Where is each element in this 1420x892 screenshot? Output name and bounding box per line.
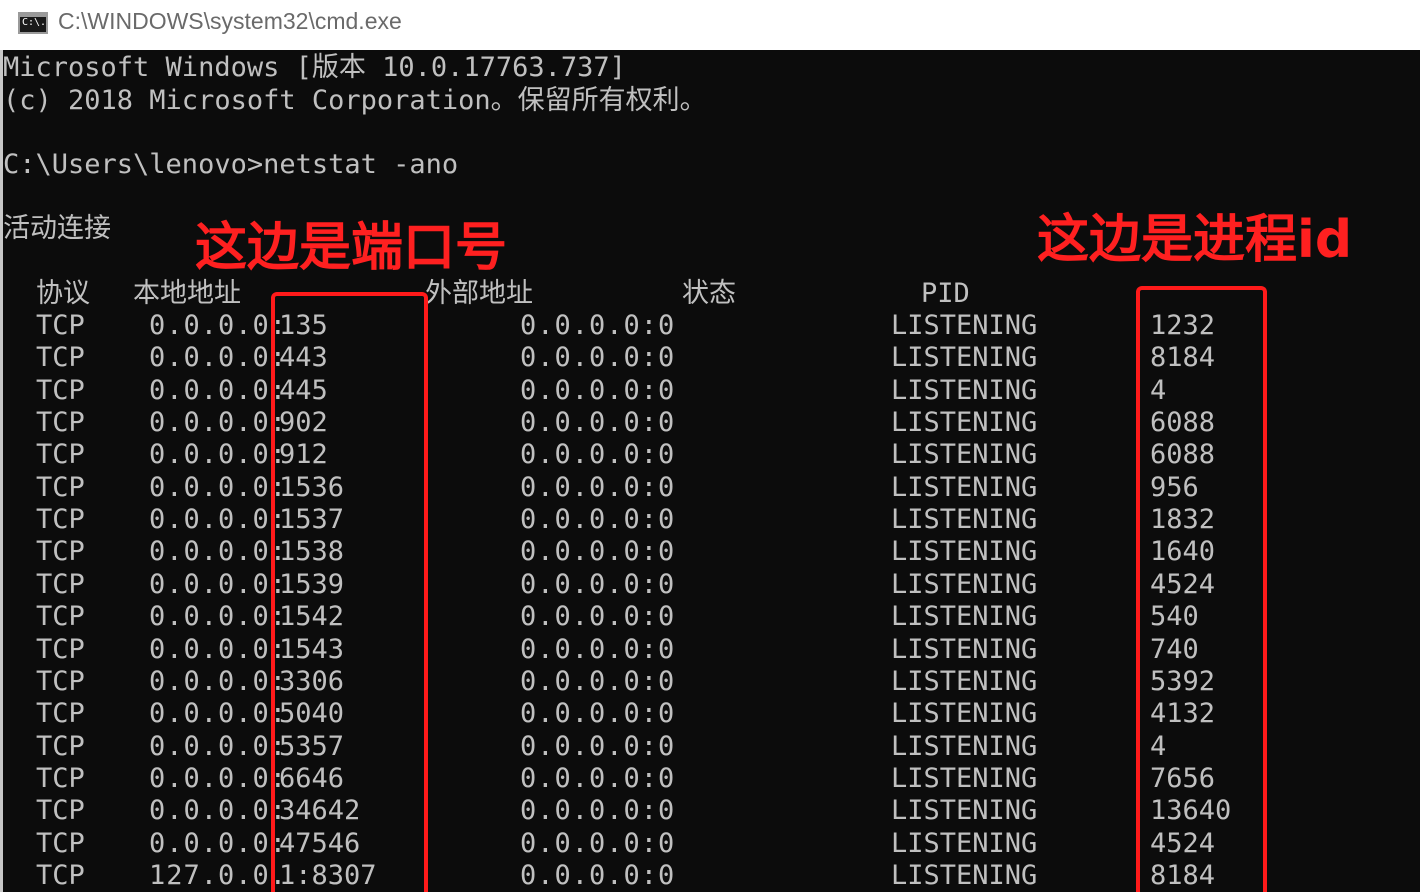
pid-highlight-box <box>1136 286 1267 892</box>
cell-foreign: 0.0.0.0:0 <box>520 860 676 891</box>
cell-local: 0.0.0.0: <box>149 601 288 632</box>
cell-local: 0.0.0.0: <box>149 763 288 794</box>
cell-proto: TCP <box>36 342 85 373</box>
cell-foreign: 0.0.0.0:0 <box>520 731 676 762</box>
cell-local: 0.0.0.0: <box>149 698 288 729</box>
cell-local: 0.0.0.0: <box>149 536 288 567</box>
cell-state: LISTENING <box>891 634 1038 665</box>
cmd-icon-text: C:\. <box>22 17 47 28</box>
cell-local: 0.0.0.0: <box>149 342 288 373</box>
cell-state: LISTENING <box>891 472 1038 503</box>
cell-proto: TCP <box>36 569 85 600</box>
cell-local: 0.0.0.0: <box>149 828 288 859</box>
cell-local: 0.0.0.0: <box>149 472 288 503</box>
cell-proto: TCP <box>36 634 85 665</box>
column-header-proto: 协议 <box>36 278 90 309</box>
cell-foreign: 0.0.0.0:0 <box>520 601 676 632</box>
cell-state: LISTENING <box>891 439 1038 470</box>
cell-proto: TCP <box>36 666 85 697</box>
console-output[interactable]: Microsoft Windows [版本 10.0.17763.737] (c… <box>0 50 1420 892</box>
cell-foreign: 0.0.0.0:0 <box>520 439 676 470</box>
cell-proto: TCP <box>36 795 85 826</box>
cell-proto: TCP <box>36 504 85 535</box>
cell-foreign: 0.0.0.0:0 <box>520 472 676 503</box>
cell-foreign: 0.0.0.0:0 <box>520 504 676 535</box>
cell-proto: TCP <box>36 407 85 438</box>
cell-state: LISTENING <box>891 666 1038 697</box>
cell-foreign: 0.0.0.0:0 <box>520 634 676 665</box>
cell-local: 0.0.0.0: <box>149 375 288 406</box>
cell-state: LISTENING <box>891 860 1038 891</box>
cell-proto: TCP <box>36 375 85 406</box>
column-header-pid: PID <box>921 278 970 309</box>
cell-local: 0.0.0.0: <box>149 569 288 600</box>
cell-foreign: 0.0.0.0:0 <box>520 569 676 600</box>
cell-state: LISTENING <box>891 828 1038 859</box>
cell-proto: TCP <box>36 310 85 341</box>
cell-local: 0.0.0.0: <box>149 731 288 762</box>
port-highlight-box <box>271 292 428 892</box>
cell-foreign: 0.0.0.0:0 <box>520 666 676 697</box>
cell-local: 0.0.0.0: <box>149 504 288 535</box>
cell-proto: TCP <box>36 472 85 503</box>
column-header-state: 状态 <box>682 278 736 309</box>
cell-proto: TCP <box>36 763 85 794</box>
cell-state: LISTENING <box>891 763 1038 794</box>
cell-foreign: 0.0.0.0:0 <box>520 375 676 406</box>
cell-state: LISTENING <box>891 698 1038 729</box>
command-line: C:\Users\lenovo>netstat -ano <box>3 149 459 180</box>
cmd-window: C:\. C:\WINDOWS\system32\cmd.exe Microso… <box>0 0 1420 892</box>
cell-proto: TCP <box>36 828 85 859</box>
cell-foreign: 0.0.0.0:0 <box>520 310 676 341</box>
version-line: Microsoft Windows [版本 10.0.17763.737] <box>3 52 626 83</box>
cell-proto: TCP <box>36 860 85 891</box>
cell-foreign: 0.0.0.0:0 <box>520 763 676 794</box>
cmd-icon[interactable]: C:\. <box>18 12 48 34</box>
cell-foreign: 0.0.0.0:0 <box>520 828 676 859</box>
cell-local: 0.0.0.0: <box>149 407 288 438</box>
cell-state: LISTENING <box>891 504 1038 535</box>
cell-proto: TCP <box>36 439 85 470</box>
pid-annotation: 这边是进程id <box>1037 210 1353 270</box>
window-title: C:\WINDOWS\system32\cmd.exe <box>58 8 402 34</box>
title-bar[interactable]: C:\. C:\WINDOWS\system32\cmd.exe <box>0 0 1420 50</box>
port-annotation: 这边是端口号 <box>195 218 508 278</box>
cell-state: LISTENING <box>891 601 1038 632</box>
cell-local: 0.0.0.0: <box>149 310 288 341</box>
column-header-foreign: 外部地址 <box>425 278 533 309</box>
cell-state: LISTENING <box>891 407 1038 438</box>
cell-proto: TCP <box>36 536 85 567</box>
cmd-icon-bar <box>20 14 46 17</box>
cell-state: LISTENING <box>891 536 1038 567</box>
cell-local: 127.0.0. <box>149 860 288 891</box>
cell-local: 0.0.0.0: <box>149 439 288 470</box>
cell-state: LISTENING <box>891 731 1038 762</box>
cell-proto: TCP <box>36 731 85 762</box>
cell-state: LISTENING <box>891 795 1038 826</box>
cell-local: 0.0.0.0: <box>149 795 288 826</box>
cell-foreign: 0.0.0.0:0 <box>520 407 676 438</box>
cell-state: LISTENING <box>891 375 1038 406</box>
cell-foreign: 0.0.0.0:0 <box>520 536 676 567</box>
cell-local: 0.0.0.0: <box>149 666 288 697</box>
cell-local: 0.0.0.0: <box>149 634 288 665</box>
cell-proto: TCP <box>36 601 85 632</box>
cell-state: LISTENING <box>891 569 1038 600</box>
cell-state: LISTENING <box>891 310 1038 341</box>
cell-state: LISTENING <box>891 342 1038 373</box>
column-header-local: 本地地址 <box>133 278 241 309</box>
active-connections-heading: 活动连接 <box>3 213 111 244</box>
copyright-line: (c) 2018 Microsoft Corporation。保留所有权利。 <box>3 85 707 116</box>
cell-foreign: 0.0.0.0:0 <box>520 342 676 373</box>
cell-proto: TCP <box>36 698 85 729</box>
cell-foreign: 0.0.0.0:0 <box>520 698 676 729</box>
cell-foreign: 0.0.0.0:0 <box>520 795 676 826</box>
